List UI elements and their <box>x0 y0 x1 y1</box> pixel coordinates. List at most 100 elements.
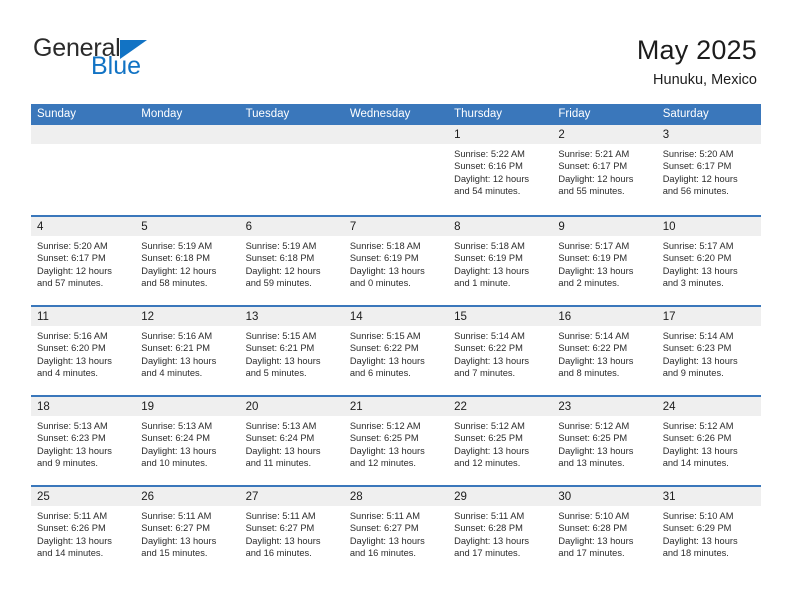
sunset-text: Sunset: 6:19 PM <box>558 253 628 264</box>
daylight-text-line2: and 55 minutes. <box>558 186 625 197</box>
calendar-day-cell[interactable]: 2 Sunrise: 5:21 AM Sunset: 6:17 PM Daylight… <box>552 125 657 215</box>
day-sun-info: Sunrise: 5:13 AM Sunset: 6:24 PM Daylight:… <box>135 416 239 470</box>
sunset-text: Sunset: 6:20 PM <box>662 253 732 264</box>
calendar-day-cell[interactable]: 23 Sunrise: 5:12 AM Sunset: 6:25 PM Dayligh… <box>552 397 657 485</box>
calendar-day-cell[interactable]: 6 Sunrise: 5:19 AM Sunset: 6:18 PM Daylight… <box>239 217 344 305</box>
sunset-text: Sunset: 6:20 PM <box>37 343 106 354</box>
daylight-text-line2: and 3 minutes. <box>662 278 724 289</box>
daylight-text-line1: Daylight: 13 hours <box>37 535 112 546</box>
day-number-band: 8 <box>448 217 553 236</box>
calendar-day-cell[interactable]: 18 Sunrise: 5:13 AM Sunset: 6:23 PM Dayligh… <box>31 397 136 485</box>
day-number: 11 <box>37 311 49 323</box>
weekday-header-wednesday: Wednesday <box>349 108 411 120</box>
day-sun-info: Sunrise: 5:12 AM Sunset: 6:25 PM Daylight:… <box>448 416 552 470</box>
day-number-band: 1 <box>448 125 553 144</box>
calendar-day-cell[interactable]: 22 Sunrise: 5:12 AM Sunset: 6:25 PM Dayligh… <box>448 397 553 485</box>
day-number: 10 <box>662 221 676 233</box>
daylight-text-line1: Daylight: 13 hours <box>349 535 425 546</box>
daylight-text-line1: Daylight: 13 hours <box>454 535 530 546</box>
daylight-text-line1: Daylight: 13 hours <box>349 265 425 276</box>
daylight-text-line2: and 4 minutes. <box>37 368 98 379</box>
calendar-day-cell[interactable]: 3 Sunrise: 5:20 AM Sunset: 6:17 PM Daylight… <box>656 125 761 215</box>
weekday-header-friday: Friday <box>558 108 591 120</box>
weekday-header-sunday: Sunday <box>37 108 77 120</box>
daylight-text-line2: and 57 minutes. <box>37 278 104 289</box>
day-number-band <box>239 125 344 144</box>
calendar-day-cell[interactable]: 10 Sunrise: 5:17 AM Sunset: 6:20 PM Dayligh… <box>656 217 761 305</box>
calendar-day-cell[interactable]: 9 Sunrise: 5:17 AM Sunset: 6:19 PM Daylight… <box>552 217 657 305</box>
day-number-band <box>343 125 449 144</box>
calendar-day-cell[interactable]: 4 Sunrise: 5:20 AM Sunset: 6:17 PM Daylight… <box>31 217 136 305</box>
sunrise-text: Sunrise: 5:20 AM <box>662 149 734 159</box>
day-sun-info: Sunrise: 5:10 AM Sunset: 6:29 PM Daylight:… <box>657 506 761 560</box>
sunset-text: Sunset: 6:28 PM <box>558 523 628 534</box>
day-sun-info: Sunrise: 5:19 AM Sunset: 6:18 PM Daylight:… <box>240 236 344 290</box>
calendar-day-cell[interactable]: 31 Sunrise: 5:10 AM Sunset: 6:29 PM Dayligh… <box>656 487 761 575</box>
sunrise-text: Sunrise: 5:16 AM <box>141 331 213 341</box>
calendar-day-cell[interactable]: 1 Sunrise: 5:22 AM Sunset: 6:16 PM Daylight… <box>448 125 553 215</box>
calendar-day-cell[interactable]: 29 Sunrise: 5:11 AM Sunset: 6:28 PM Dayligh… <box>448 487 553 575</box>
day-number-band: 3 <box>656 125 761 144</box>
calendar-day-cell[interactable]: 30 Sunrise: 5:10 AM Sunset: 6:28 PM Dayligh… <box>552 487 657 575</box>
sunset-text: Sunset: 6:17 PM <box>558 161 628 172</box>
sunrise-text: Sunrise: 5:12 AM <box>558 421 630 431</box>
day-number-band: 16 <box>552 307 657 326</box>
calendar-day-cell-empty <box>239 125 344 215</box>
day-sun-info: Sunrise: 5:13 AM Sunset: 6:24 PM Daylight:… <box>240 416 344 470</box>
sunrise-text: Sunrise: 5:13 AM <box>245 421 317 431</box>
sunrise-text: Sunrise: 5:21 AM <box>558 149 630 159</box>
calendar-day-cell[interactable]: 5 Sunrise: 5:19 AM Sunset: 6:18 PM Daylight… <box>135 217 240 305</box>
day-sun-info: Sunrise: 5:20 AM Sunset: 6:17 PM Daylight:… <box>657 144 761 198</box>
sunset-text: Sunset: 6:22 PM <box>454 343 523 354</box>
calendar-day-cell[interactable]: 26 Sunrise: 5:11 AM Sunset: 6:27 PM Dayligh… <box>135 487 240 575</box>
calendar-day-cell[interactable]: 11 Sunrise: 5:16 AM Sunset: 6:20 PM Dayligh… <box>31 307 136 395</box>
day-number: 19 <box>141 401 155 413</box>
calendar-day-cell[interactable]: 24 Sunrise: 5:12 AM Sunset: 6:26 PM Dayligh… <box>656 397 761 485</box>
sunrise-text: Sunrise: 5:11 AM <box>245 511 316 521</box>
day-sun-info: Sunrise: 5:11 AM Sunset: 6:28 PM Daylight:… <box>448 506 552 560</box>
sunrise-text: Sunrise: 5:18 AM <box>454 241 525 251</box>
day-number: 5 <box>141 221 148 233</box>
location-subtitle: Hunuku, Mexico <box>653 72 757 88</box>
calendar-day-cell[interactable]: 21 Sunrise: 5:12 AM Sunset: 6:25 PM Dayligh… <box>343 397 449 485</box>
calendar-day-cell[interactable]: 17 Sunrise: 5:14 AM Sunset: 6:23 PM Dayligh… <box>656 307 761 395</box>
day-number-band: 5 <box>135 217 240 236</box>
calendar-day-cell[interactable]: 13 Sunrise: 5:15 AM Sunset: 6:21 PM Dayligh… <box>239 307 344 395</box>
sunrise-text: Sunrise: 5:20 AM <box>37 241 108 251</box>
sunset-text: Sunset: 6:21 PM <box>245 343 315 354</box>
day-number-band: 22 <box>448 397 553 416</box>
calendar-day-cell[interactable]: 7 Sunrise: 5:18 AM Sunset: 6:19 PM Daylight… <box>343 217 449 305</box>
calendar-day-cell[interactable]: 12 Sunrise: 5:16 AM Sunset: 6:21 PM Dayligh… <box>135 307 240 395</box>
daylight-text-line1: Daylight: 13 hours <box>558 265 634 276</box>
sunrise-text: Sunrise: 5:12 AM <box>454 421 525 431</box>
day-number-band: 25 <box>31 487 136 506</box>
calendar-day-cell[interactable]: 16 Sunrise: 5:14 AM Sunset: 6:22 PM Dayligh… <box>552 307 657 395</box>
sunrise-text: Sunrise: 5:10 AM <box>558 511 630 521</box>
day-number-band: 20 <box>239 397 344 416</box>
calendar-day-cell[interactable]: 27 Sunrise: 5:11 AM Sunset: 6:27 PM Dayligh… <box>239 487 344 575</box>
calendar-day-cell[interactable]: 25 Sunrise: 5:11 AM Sunset: 6:26 PM Dayligh… <box>31 487 136 575</box>
day-number-band: 13 <box>239 307 344 326</box>
sunrise-text: Sunrise: 5:17 AM <box>662 241 734 251</box>
day-number-band: 6 <box>239 217 344 236</box>
day-number-band: 10 <box>656 217 761 236</box>
calendar-day-cell[interactable]: 14 Sunrise: 5:15 AM Sunset: 6:22 PM Dayligh… <box>343 307 449 395</box>
daylight-text-line1: Daylight: 12 hours <box>37 265 112 276</box>
calendar-day-cell[interactable]: 19 Sunrise: 5:13 AM Sunset: 6:24 PM Dayligh… <box>135 397 240 485</box>
calendar-day-cell[interactable]: 20 Sunrise: 5:13 AM Sunset: 6:24 PM Dayligh… <box>239 397 344 485</box>
day-sun-info: Sunrise: 5:15 AM Sunset: 6:22 PM Daylight:… <box>344 326 448 380</box>
calendar-day-cell[interactable]: 15 Sunrise: 5:14 AM Sunset: 6:22 PM Dayligh… <box>448 307 553 395</box>
calendar-day-cell[interactable]: 8 Sunrise: 5:18 AM Sunset: 6:19 PM Daylight… <box>448 217 553 305</box>
weekday-header-thursday: Thursday <box>454 108 503 120</box>
calendar-day-cell[interactable]: 28 Sunrise: 5:11 AM Sunset: 6:27 PM Dayligh… <box>343 487 449 575</box>
day-sun-info: Sunrise: 5:20 AM Sunset: 6:17 PM Daylight:… <box>31 236 135 290</box>
calendar-page: General Blue May 2025 Hunuku, Mexico Sun… <box>0 0 792 612</box>
day-number-band: 26 <box>135 487 240 506</box>
daylight-text-line2: and 9 minutes. <box>37 458 98 469</box>
day-sun-info: Sunrise: 5:10 AM Sunset: 6:28 PM Daylight:… <box>552 506 656 560</box>
sunrise-text: Sunrise: 5:14 AM <box>558 331 630 341</box>
daylight-text-line1: Daylight: 13 hours <box>662 535 738 546</box>
day-number: 9 <box>558 221 565 233</box>
day-number-band: 9 <box>552 217 657 236</box>
day-number-band: 30 <box>552 487 657 506</box>
